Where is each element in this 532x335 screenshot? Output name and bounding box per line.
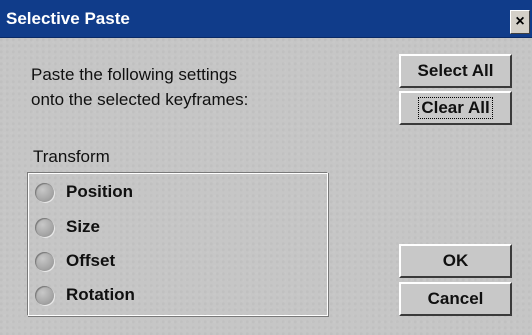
option-offset[interactable]: Offset [35,248,115,274]
ok-button[interactable]: OK [399,244,512,278]
window-title: Selective Paste [6,9,130,28]
position-radio[interactable] [35,182,54,202]
close-button[interactable]: × [510,10,530,34]
title-bar: Selective Paste × [0,0,532,38]
instruction-text: Paste the following settings onto the se… [31,62,248,112]
clear-all-label: Clear All [418,97,493,119]
option-position[interactable]: Position [35,179,133,205]
offset-label: Offset [66,251,116,270]
clear-all-button[interactable]: Clear All [399,91,512,125]
transform-group-label: Transform [33,147,110,166]
instruction-line-2: onto the selected keyframes: [31,90,249,109]
size-radio[interactable] [35,217,54,237]
rotation-radio[interactable] [35,285,54,305]
instruction-line-1: Paste the following settings [31,65,238,84]
close-icon: × [515,13,525,30]
select-all-button[interactable]: Select All [399,54,512,88]
option-size[interactable]: Size [35,214,100,240]
position-label: Position [66,182,134,201]
size-label: Size [66,217,101,236]
offset-radio[interactable] [35,251,54,271]
option-rotation[interactable]: Rotation [35,282,135,308]
rotation-label: Rotation [66,285,135,304]
cancel-button[interactable]: Cancel [399,282,512,316]
